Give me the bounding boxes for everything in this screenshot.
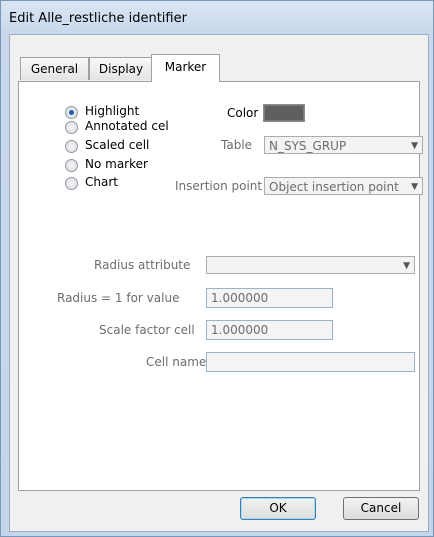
radius-attribute-combo[interactable]: ▼ — [206, 256, 415, 274]
radio-label: No marker — [85, 157, 148, 171]
dialog-window: Edit Alle_restliche identifier General D… — [0, 0, 434, 537]
cancel-button[interactable]: Cancel — [343, 497, 419, 520]
radio-button-icon[interactable] — [65, 121, 78, 134]
radio-button-icon[interactable] — [65, 177, 78, 190]
radius-value-text: 1.000000 — [211, 291, 269, 305]
table-combo[interactable]: N_SYS_GRUP ▼ — [264, 136, 423, 154]
radius-value-label: Radius = 1 for value — [57, 291, 180, 305]
radio-annotated-cel[interactable]: Annotated cel — [65, 119, 169, 134]
radio-label: Chart — [85, 175, 118, 189]
scale-factor-text: 1.000000 — [211, 323, 269, 337]
cell-name-field[interactable] — [206, 352, 415, 372]
color-label: Color — [227, 106, 259, 120]
table-label: Table — [221, 138, 253, 152]
radio-chart[interactable]: Chart — [65, 175, 118, 190]
radius-value-field[interactable]: 1.000000 — [206, 288, 333, 308]
radio-button-icon[interactable] — [65, 106, 78, 119]
insertion-point-label: Insertion point — [175, 179, 263, 193]
tab-display[interactable]: Display — [89, 57, 153, 80]
radio-scaled-cell[interactable]: Scaled cell — [65, 138, 149, 153]
radio-label: Annotated cel — [85, 119, 169, 133]
tab-general[interactable]: General — [20, 57, 89, 80]
radio-highlight[interactable]: Highlight — [65, 104, 139, 119]
chevron-down-icon[interactable]: ▼ — [403, 257, 410, 275]
color-swatch-button[interactable] — [263, 104, 305, 122]
radio-button-icon[interactable] — [65, 140, 78, 153]
tab-marker[interactable]: Marker — [151, 54, 220, 82]
scale-factor-label: Scale factor cell — [99, 323, 195, 337]
radio-no-marker[interactable]: No marker — [65, 157, 148, 172]
radius-attribute-label: Radius attribute — [94, 258, 191, 272]
table-combo-value: N_SYS_GRUP — [269, 139, 347, 153]
radio-button-icon[interactable] — [65, 159, 78, 172]
chevron-down-icon[interactable]: ▼ — [411, 178, 418, 196]
radio-label: Highlight — [85, 104, 140, 118]
ok-button[interactable]: OK — [240, 497, 316, 520]
scale-factor-field[interactable]: 1.000000 — [206, 320, 333, 340]
window-title: Edit Alle_restliche identifier — [9, 11, 187, 26]
dialog-client-area: General Display Marker Highlight Annotat… — [9, 34, 429, 532]
radio-label: Scaled cell — [85, 138, 150, 152]
title-bar: Edit Alle_restliche identifier — [1, 1, 433, 35]
insertion-point-combo-value: Object insertion point — [269, 180, 399, 194]
insertion-point-combo[interactable]: Object insertion point ▼ — [264, 177, 423, 195]
cell-name-label: Cell name — [146, 355, 207, 369]
marker-panel: Highlight Annotated cel Scaled cell No m… — [18, 81, 423, 491]
chevron-down-icon[interactable]: ▼ — [411, 137, 418, 155]
